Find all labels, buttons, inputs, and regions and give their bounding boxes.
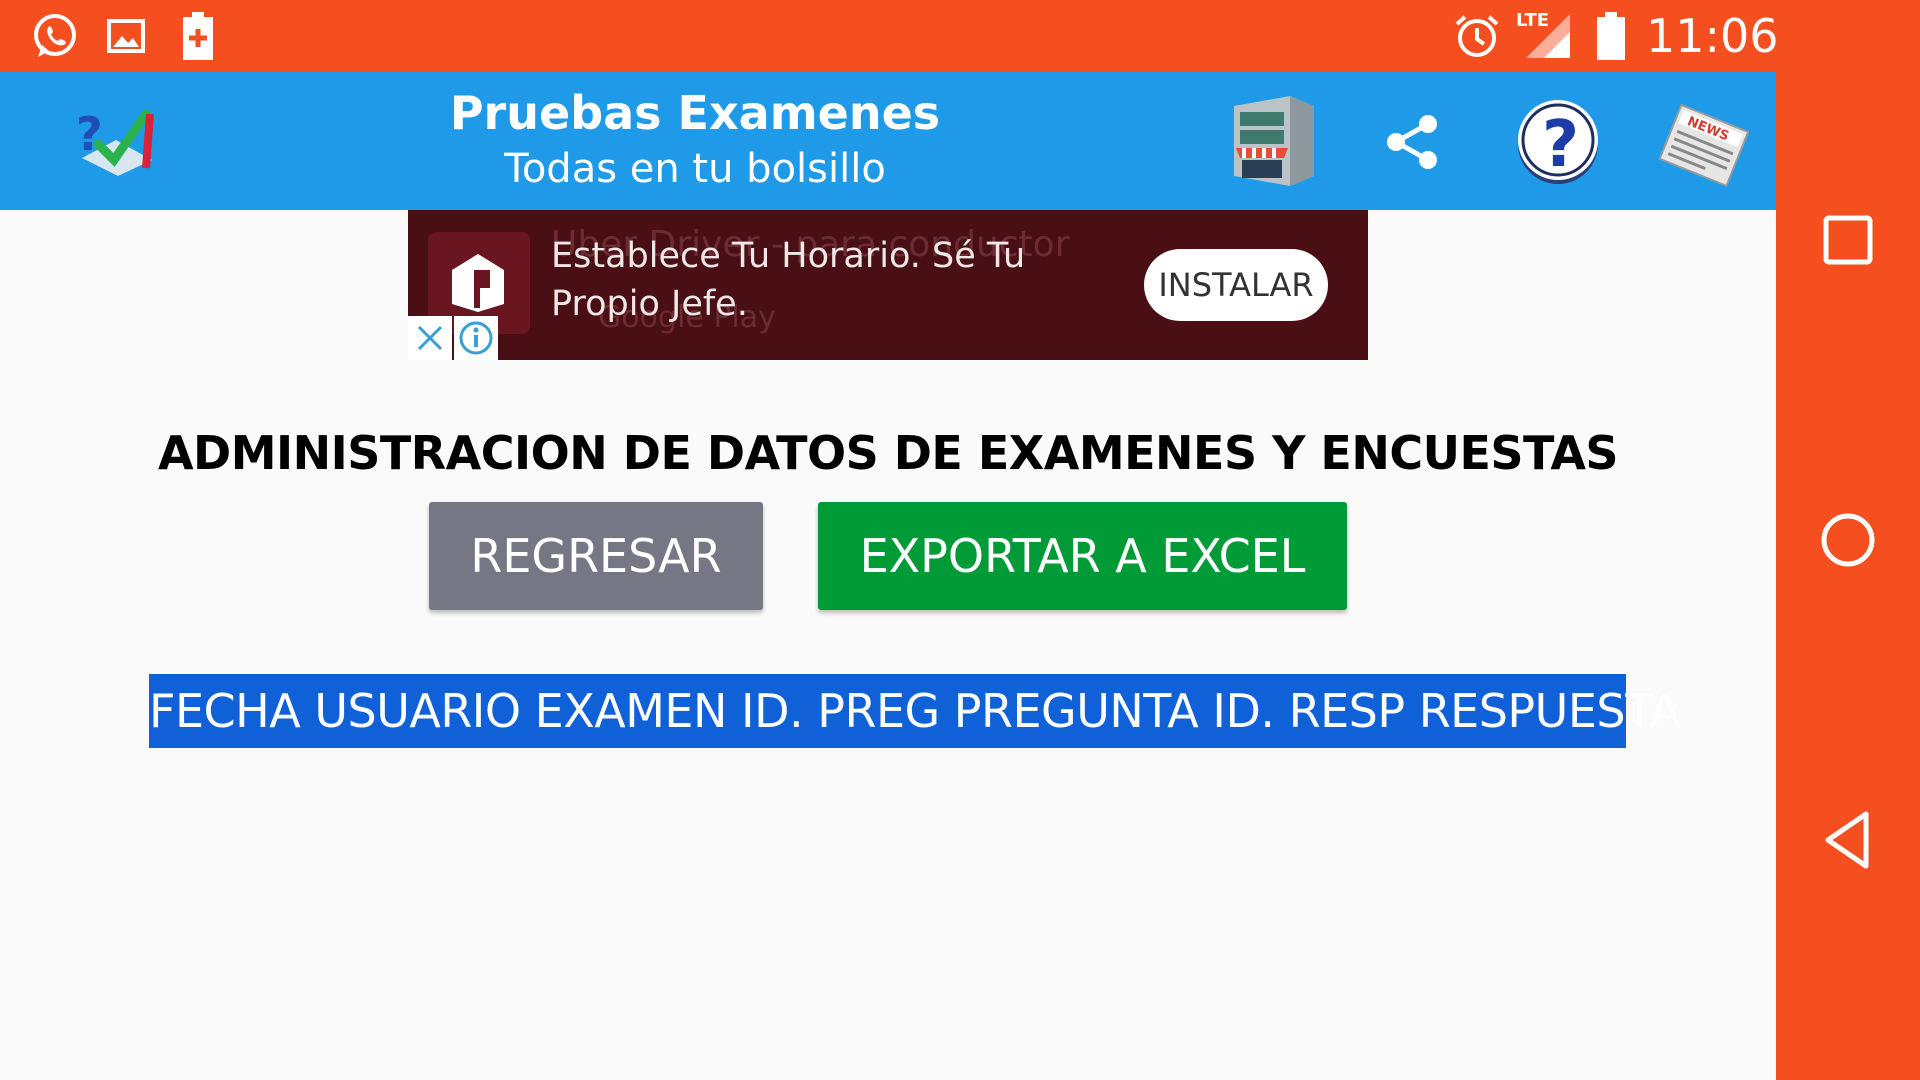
app-title: Pruebas Examenes (449, 86, 941, 140)
share-icon[interactable] (1380, 110, 1444, 174)
battery-icon (1594, 10, 1628, 62)
recent-apps-icon[interactable] (1798, 190, 1898, 290)
clock: 11:06 (1646, 9, 1779, 63)
help-icon[interactable]: ? (1512, 98, 1604, 188)
network-type-label: LTE (1516, 10, 1550, 31)
home-icon[interactable] (1798, 490, 1898, 590)
ad-info-icon[interactable] (454, 316, 498, 360)
app-subtitle: Todas en tu bolsillo (504, 146, 886, 192)
toolbar: ? Pruebas Examenes Todas en tu bolsillo (0, 72, 1776, 210)
page-heading: ADMINISTRACION DE DATOS DE EXAMENES Y EN… (157, 426, 1619, 480)
ad-banner[interactable]: Uber Driver - para conductor Google Play… (408, 210, 1368, 360)
back-icon[interactable] (1798, 790, 1898, 890)
table-header: FECHA USUARIO EXAMEN ID. PREG PREGUNTA I… (149, 674, 1681, 748)
gallery-icon (104, 10, 148, 62)
svg-text:?: ? (76, 107, 103, 161)
ad-close-icon[interactable] (408, 316, 452, 360)
app-logo-icon[interactable]: ? (76, 100, 166, 180)
navigation-bar (1776, 0, 1920, 1080)
svg-text:?: ? (1542, 108, 1579, 182)
ad-install-button[interactable]: INSTALAR (1144, 249, 1328, 321)
status-bar: LTE 11:06 (0, 0, 1779, 72)
news-icon[interactable]: NEWS (1656, 98, 1750, 192)
store-icon[interactable] (1226, 92, 1320, 188)
battery-saver-icon (178, 10, 218, 62)
ad-text: Establece Tu Horario. Sé Tu Propio Jefe. (551, 236, 1026, 324)
back-button[interactable]: REGRESAR (429, 502, 763, 610)
export-excel-button[interactable]: EXPORTAR A EXCEL (818, 502, 1347, 610)
signal-icon: LTE (1514, 10, 1578, 62)
whatsapp-icon (26, 10, 82, 62)
app-screen: ? Pruebas Examenes Todas en tu bolsillo (0, 72, 1776, 1080)
alarm-icon (1452, 10, 1502, 62)
